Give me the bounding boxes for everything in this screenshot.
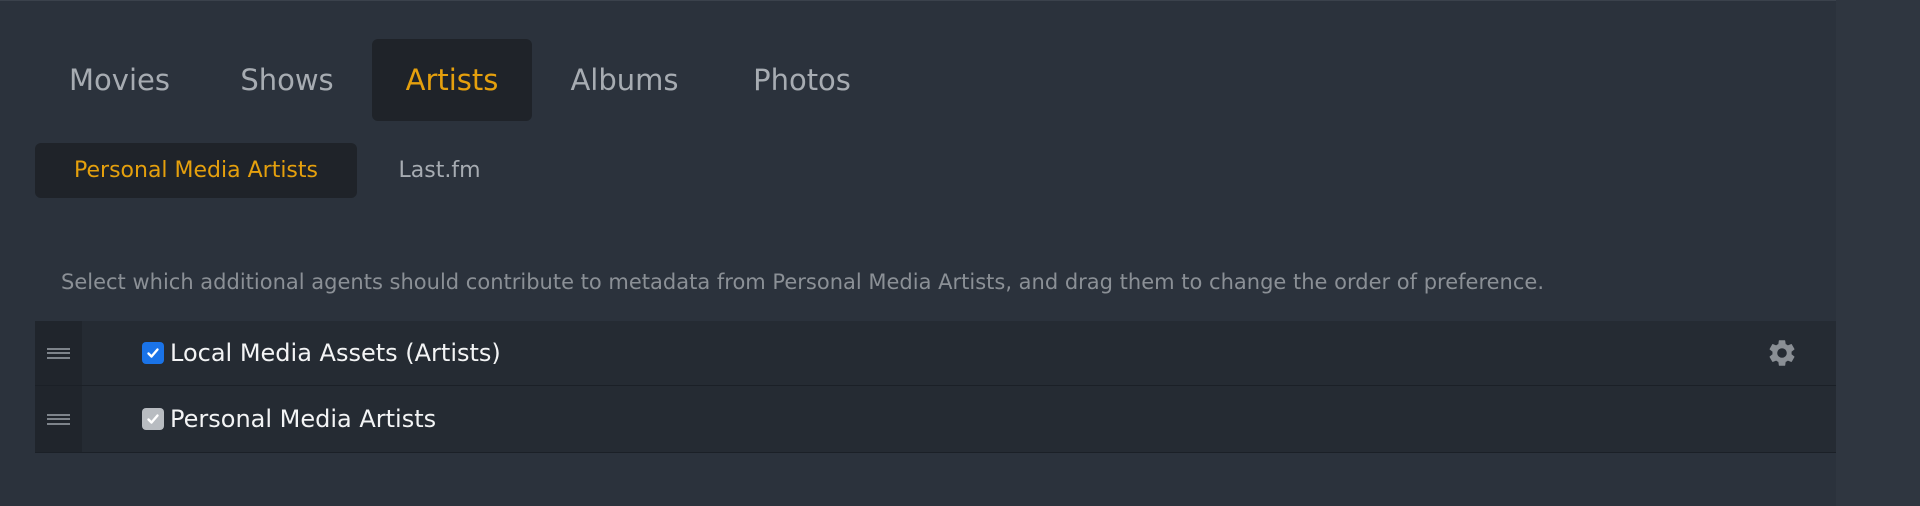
agent-enabled-checkbox-disabled [142,408,164,430]
agent-row-local-media-assets[interactable]: Local Media Assets (Artists) [35,321,1836,386]
top-divider [0,0,1836,1]
tab-artists[interactable]: Artists [372,39,532,121]
agent-list: Local Media Assets (Artists) Personal Me… [35,321,1836,453]
checkmark-icon [147,348,159,358]
subtab-personal-media-artists[interactable]: Personal Media Artists [35,143,357,198]
agent-name: Personal Media Artists [170,405,437,433]
tab-albums[interactable]: Albums [532,39,717,121]
tab-shows[interactable]: Shows [202,39,372,121]
tab-movies[interactable]: Movies [37,39,202,121]
subtab-lastfm[interactable]: Last.fm [357,143,522,198]
agents-description: Select which additional agents should co… [61,270,1545,294]
checkmark-icon [147,414,159,424]
agent-name: Local Media Assets (Artists) [170,339,501,367]
main-tabs: Movies Shows Artists Albums Photos [37,39,887,121]
agent-enabled-checkbox[interactable] [142,342,164,364]
gear-icon[interactable] [1766,337,1798,369]
page-right-edge [1836,0,1920,506]
agent-source-tabs: Personal Media Artists Last.fm [35,143,522,198]
agent-row-personal-media-artists[interactable]: Personal Media Artists [35,386,1836,453]
tab-photos[interactable]: Photos [717,39,887,121]
drag-handle-icon[interactable] [35,321,82,385]
drag-handle-icon[interactable] [35,386,82,452]
